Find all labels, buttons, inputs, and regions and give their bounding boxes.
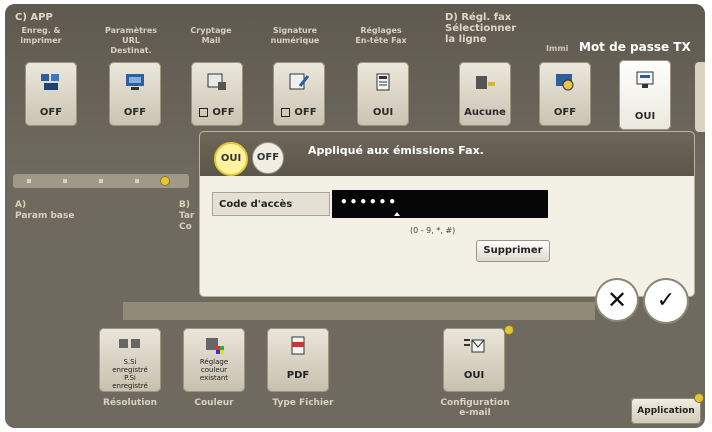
monitor-icon [126, 74, 144, 90]
signature-icon [289, 73, 310, 90]
column-label-entete: Réglages En-tête Fax [355, 26, 407, 45]
ok-button[interactable]: ✓ [645, 280, 687, 322]
selection-ligne-button[interactable]: Aucune [459, 62, 511, 126]
url-destinat-value: OFF [123, 107, 147, 118]
input-cursor [394, 212, 400, 216]
access-code-label: Code d'accès [212, 192, 330, 216]
resolution-text: S.Si enregistré P.Si enregistré [112, 358, 148, 390]
middle-bar [123, 302, 595, 320]
url-destinat-button[interactable]: OFF [109, 62, 161, 126]
allowed-chars-hint: (0 - 9, *, #) [410, 226, 456, 235]
column-label-enreg: Enreg. & imprimer [20, 26, 62, 45]
type-fichier-button[interactable]: PDF [267, 328, 329, 392]
label-b: B) Tar Co [179, 200, 195, 232]
couleur-text: Réglage couleur existant [199, 358, 229, 382]
couleur-button[interactable]: Réglage couleur existant [183, 328, 245, 392]
password-tx-title: Mot de passe TX [579, 40, 691, 54]
entete-fax-value: OUI [372, 107, 394, 118]
cryptage-mail-value: OFF [191, 107, 243, 118]
transmit-time-button[interactable]: OFF [539, 62, 591, 126]
fax-line-icon [476, 76, 495, 89]
password-dialog: OUI OFF Appliqué aux émissions Fax. Code… [200, 132, 694, 296]
signature-checkbox-icon [281, 107, 291, 117]
group-label-app: C) APP [15, 12, 53, 23]
password-tx-icon [636, 71, 654, 88]
pdf-file-icon [291, 336, 305, 355]
type-fichier-label: Type Fichier [272, 398, 334, 408]
config-email-value: OUI [463, 370, 485, 381]
email-config-icon [464, 339, 485, 353]
delete-button[interactable]: Supprimer [476, 240, 550, 262]
group-label-fax: D) Régl. fax Sélectionner la ligne [445, 12, 517, 45]
resolution-icon [119, 339, 140, 348]
cryptage-checkbox-icon [199, 107, 209, 117]
toggle-off-button[interactable]: OFF [252, 142, 284, 174]
color-icon [206, 338, 224, 354]
enreg-imprimer-value: OFF [39, 107, 63, 118]
selection-ligne-value: Aucune [464, 107, 506, 118]
scan-print-icon [41, 74, 59, 90]
access-code-input[interactable]: •••••• [332, 190, 548, 218]
config-email-label: Configuration e-mail [440, 398, 510, 418]
entete-fax-button[interactable]: OUI [357, 62, 409, 126]
application-button[interactable]: Application [631, 398, 701, 424]
password-tx-button[interactable]: OUI [619, 60, 671, 130]
immi-label: Immi [546, 44, 569, 53]
transmit-time-value: OFF [553, 107, 577, 118]
couleur-label: Couleur [194, 398, 234, 408]
password-tx-value: OUI [634, 111, 656, 122]
signature-numerique-button[interactable]: OFF [273, 62, 325, 126]
column-label-cryptage: Cryptage Mail [190, 26, 232, 45]
dialog-message: Appliqué aux émissions Fax. [308, 144, 484, 157]
param-base-label: A) Param base [15, 200, 75, 221]
fax-header-icon [376, 73, 390, 91]
email-config-indicator-dot [505, 326, 513, 334]
signature-numerique-value: OFF [273, 107, 325, 118]
config-email-button[interactable]: OUI [443, 328, 505, 392]
column-label-signature: Signature numérique [270, 26, 320, 45]
toggle-oui-button[interactable]: OUI [214, 142, 248, 176]
resolution-button[interactable]: S.Si enregistré P.Si enregistré [99, 328, 161, 392]
progress-strip [13, 174, 189, 188]
column-label-url: Paramètres URL Destinat. [104, 26, 158, 55]
mail-lock-icon [207, 73, 226, 90]
strip-indicator-dot [161, 177, 169, 185]
cancel-button[interactable]: ✕ [597, 280, 637, 320]
copier-screen: C) APP D) Régl. fax Sélectionner la lign… [5, 4, 705, 428]
cryptage-mail-button[interactable]: OFF [191, 62, 243, 126]
enreg-imprimer-button[interactable]: OFF [25, 62, 77, 126]
next-panel-edge[interactable] [695, 62, 705, 132]
type-fichier-value: PDF [286, 370, 310, 381]
application-indicator-dot [695, 394, 703, 402]
resolution-label: Résolution [102, 398, 158, 408]
transmit-time-icon [556, 74, 574, 91]
